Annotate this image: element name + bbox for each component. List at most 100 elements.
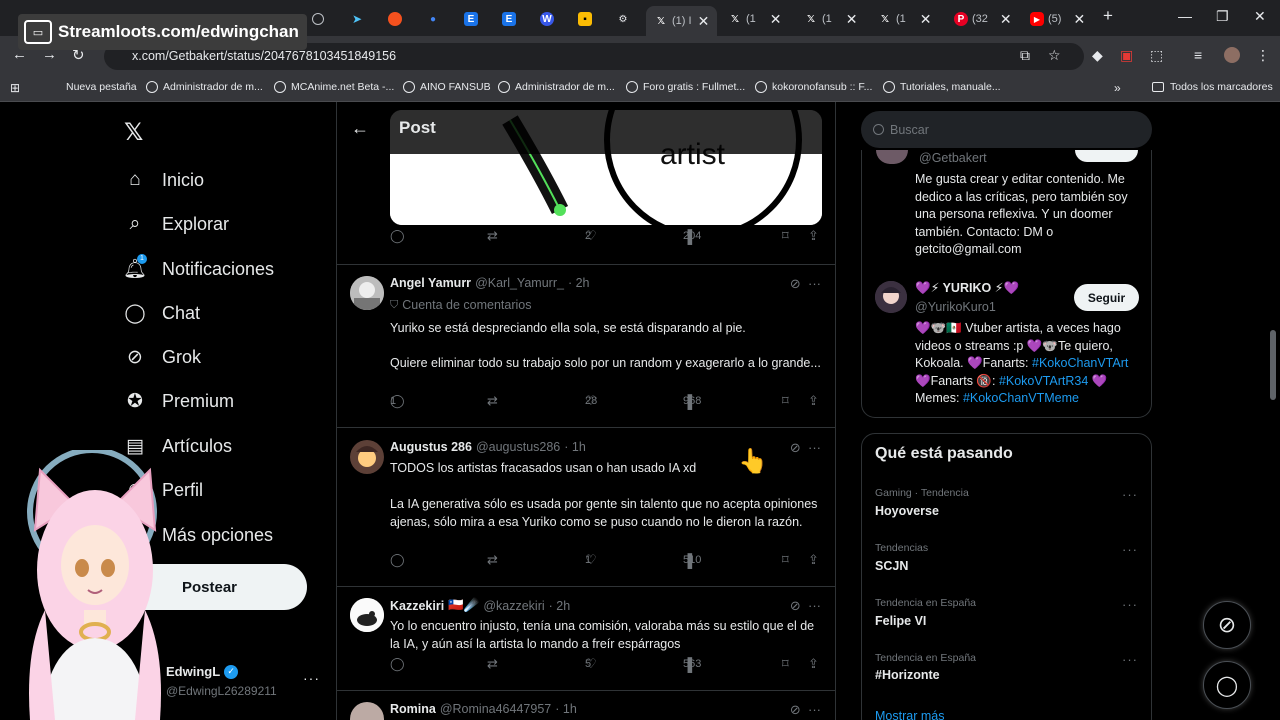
account-more-icon[interactable]: ··· bbox=[303, 670, 320, 686]
tab-pinterest[interactable]: P (32 ✕ bbox=[954, 8, 1012, 30]
hashtag-link[interactable]: #KokoChanVTMeme bbox=[963, 391, 1079, 405]
close-tab-icon[interactable]: ✕ bbox=[1000, 11, 1012, 28]
hashtag-link[interactable]: #KokoChanVTArt bbox=[1032, 356, 1128, 370]
profile-handle[interactable]: @Getbakert bbox=[919, 151, 987, 165]
back-arrow-icon[interactable]: ← bbox=[351, 118, 369, 139]
install-app-icon[interactable]: ⧉ bbox=[1020, 47, 1030, 64]
close-tab-icon[interactable]: ✕ bbox=[846, 11, 858, 28]
more-options-icon[interactable]: ··· bbox=[808, 440, 821, 455]
more-options-icon[interactable]: ··· bbox=[808, 276, 821, 291]
trend-more-icon[interactable]: ··· bbox=[1122, 597, 1138, 612]
trend-more-icon[interactable]: ··· bbox=[1122, 487, 1138, 502]
author-handle[interactable]: @Romina46447957 bbox=[440, 702, 551, 716]
minimize-icon[interactable]: — bbox=[1178, 8, 1192, 24]
tab-favicon-e1[interactable]: E bbox=[464, 8, 478, 30]
trend-name[interactable]: Hoyoverse bbox=[875, 504, 939, 518]
extensions-puzzle-icon[interactable]: ⬚ bbox=[1150, 47, 1163, 64]
profile-avatar-icon[interactable] bbox=[1224, 47, 1240, 63]
x-logo-icon[interactable]: 𝕏 bbox=[124, 118, 143, 147]
author-name[interactable]: Romina bbox=[390, 702, 436, 716]
post-time[interactable]: · 2h bbox=[549, 599, 571, 613]
reply-item[interactable]: Angel Yamurr @Karl_Yamurr_ · 2h ⊘ ··· ⛉ C… bbox=[337, 276, 835, 426]
tab-favicon-orange[interactable] bbox=[388, 8, 402, 30]
nav-item-inicio[interactable]: ⌂ Inicio bbox=[124, 169, 204, 191]
grok-fab-button[interactable]: ⊘ bbox=[1203, 601, 1251, 649]
nav-item-notificaciones[interactable]: 🔔︎ 1 Notificaciones bbox=[123, 254, 274, 280]
tab-favicon-arrow[interactable]: ➤ bbox=[350, 8, 364, 30]
maximize-icon[interactable]: ❐ bbox=[1216, 8, 1229, 25]
tab-x-active[interactable]: 𝕏 (1) I ✕ bbox=[646, 6, 718, 36]
bookmark-item[interactable]: kokoronofansub :: F... bbox=[755, 81, 872, 93]
apps-grid-icon[interactable]: ⊞ bbox=[10, 81, 20, 95]
avatar[interactable] bbox=[350, 598, 384, 632]
follow-button[interactable]: Seguir bbox=[1074, 284, 1139, 311]
author-name[interactable]: Kazzekiri bbox=[390, 599, 444, 613]
close-tab-icon[interactable]: ✕ bbox=[770, 11, 782, 28]
more-options-icon[interactable]: ··· bbox=[808, 598, 821, 613]
tab-x-2[interactable]: 𝕏 (1 ✕ bbox=[728, 8, 782, 30]
profile-handle[interactable]: @YurikoKuro1 bbox=[915, 300, 996, 314]
follow-button[interactable] bbox=[1075, 150, 1138, 162]
avatar[interactable] bbox=[350, 702, 384, 720]
hashtag-link[interactable]: #KokoVTArtR34 bbox=[999, 374, 1088, 388]
bookmark-item[interactable]: Tutoriales, manuale... bbox=[883, 81, 1001, 93]
grok-icon[interactable]: ⊘ bbox=[790, 702, 801, 717]
bookmark-item[interactable]: Administrador de m... bbox=[498, 81, 615, 93]
close-tab-icon[interactable]: ✕ bbox=[698, 13, 710, 30]
profile-name[interactable]: 💜⚡ YURIKO ⚡💜 bbox=[915, 280, 1019, 296]
post-time[interactable]: · 1h bbox=[564, 440, 586, 454]
nav-item-explorar[interactable]: ⌕ Explorar bbox=[124, 213, 229, 235]
close-tab-icon[interactable]: ✕ bbox=[920, 11, 932, 28]
extension-icon[interactable]: ◆ bbox=[1092, 47, 1103, 64]
author-handle[interactable]: @Karl_Yamurr_ bbox=[475, 276, 564, 290]
more-options-icon[interactable]: ··· bbox=[808, 702, 821, 717]
close-window-icon[interactable]: ✕ bbox=[1254, 8, 1266, 25]
scrollbar-thumb[interactable] bbox=[1270, 330, 1276, 400]
grok-icon[interactable]: ⊘ bbox=[790, 598, 801, 613]
account-switcher[interactable]: EdwingL ✓ bbox=[166, 664, 239, 679]
media-control-icon[interactable]: ≡ bbox=[1194, 47, 1202, 63]
author-name[interactable]: Augustus 286 bbox=[390, 440, 472, 454]
tab-favicon-yellow[interactable]: ▪ bbox=[578, 8, 592, 30]
tab-x-3[interactable]: 𝕏 (1 ✕ bbox=[804, 8, 858, 30]
reply-item[interactable]: Kazzekiri 🇨🇱☄️ @kazzekiri · 2h ⊘ ··· Yo … bbox=[337, 598, 835, 698]
avatar[interactable] bbox=[350, 276, 384, 310]
avatar[interactable] bbox=[350, 440, 384, 474]
all-bookmarks[interactable]: Todos los marcadores bbox=[1152, 81, 1273, 93]
nav-item-premium[interactable]: ✪ Premium bbox=[124, 390, 234, 412]
grok-icon[interactable]: ⊘ bbox=[790, 440, 801, 455]
bookmark-item[interactable]: Administrador de m... bbox=[146, 81, 263, 93]
extension-red-icon[interactable]: ▣ bbox=[1120, 47, 1133, 64]
post-time[interactable]: · 2h bbox=[568, 276, 590, 290]
author-handle[interactable]: @augustus286 bbox=[476, 440, 560, 454]
tab-favicon-e2[interactable]: E bbox=[502, 8, 516, 30]
trend-name[interactable]: SCJN bbox=[875, 559, 908, 573]
tab-x-4[interactable]: 𝕏 (1 ✕ bbox=[878, 8, 932, 30]
bookmark-star-icon[interactable]: ☆ bbox=[1048, 47, 1061, 64]
nav-item-chat[interactable]: ◯ Chat bbox=[124, 302, 200, 324]
trend-name[interactable]: Felipe VI bbox=[875, 614, 926, 628]
tab-favicon-drop[interactable]: ● bbox=[426, 8, 440, 30]
tab-favicon-wordpress[interactable]: W bbox=[540, 8, 554, 30]
post-time[interactable]: · 1h bbox=[555, 702, 577, 716]
browser-menu-icon[interactable]: ⋮ bbox=[1256, 47, 1270, 64]
bookmarks-overflow-icon[interactable]: » bbox=[1114, 81, 1121, 95]
close-tab-icon[interactable]: ✕ bbox=[1073, 11, 1085, 28]
trend-more-icon[interactable]: ··· bbox=[1122, 652, 1138, 667]
nav-item-grok[interactable]: ⊘ Grok bbox=[124, 346, 201, 368]
new-tab-icon[interactable]: + bbox=[1103, 6, 1113, 26]
grok-icon[interactable]: ⊘ bbox=[790, 276, 801, 291]
bookmark-item[interactable]: AINO FANSUB bbox=[403, 81, 491, 93]
author-name[interactable]: Angel Yamurr bbox=[390, 276, 471, 290]
author-handle[interactable]: @kazzekiri bbox=[483, 599, 544, 613]
trend-name[interactable]: #Horizonte bbox=[875, 668, 940, 682]
tab-favicon-gear[interactable]: ⚙ bbox=[616, 8, 630, 30]
search-input[interactable]: Buscar bbox=[861, 111, 1152, 148]
tab-favicon-globe[interactable] bbox=[312, 8, 324, 30]
trend-more-icon[interactable]: ··· bbox=[1122, 542, 1138, 557]
show-more-link[interactable]: Mostrar más bbox=[875, 709, 944, 720]
bookmark-item[interactable]: Foro gratis : Fullmet... bbox=[626, 81, 745, 93]
reply-item[interactable]: Romina @Romina46447957 · 1h ⊘ ··· bbox=[337, 702, 835, 720]
tab-youtube[interactable]: ▶ (5) ✕ bbox=[1030, 8, 1085, 30]
avatar[interactable] bbox=[875, 281, 907, 313]
